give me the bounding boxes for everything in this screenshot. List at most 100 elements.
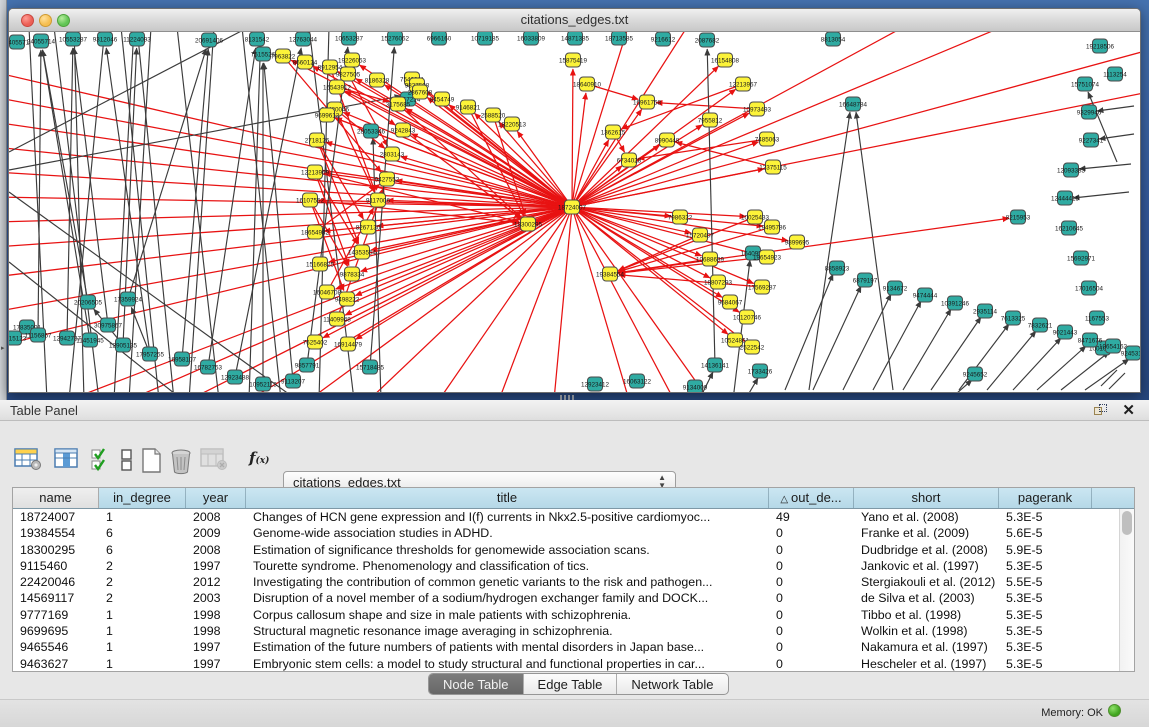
cell-title[interactable]: Embryonic stem cells: a model to study s… — [246, 656, 769, 672]
cell-in_degree[interactable]: 2 — [99, 558, 186, 574]
graph-node[interactable]: 15692971 — [1067, 251, 1096, 265]
graph-node[interactable]: 1113254 — [1103, 67, 1127, 81]
cell-out_de_[interactable]: 0 — [769, 542, 854, 558]
graph-node[interactable]: 9134009 — [683, 380, 708, 392]
graph-node[interactable]: 16782753 — [194, 360, 223, 374]
graph-node[interactable]: 12213967 — [729, 77, 758, 91]
graph-node[interactable]: 18713585 — [605, 32, 634, 45]
cell-out_de_[interactable]: 0 — [769, 656, 854, 672]
cell-out_de_[interactable]: 0 — [769, 590, 854, 606]
graph-node[interactable]: 16154808 — [711, 53, 740, 67]
column-header-out_de_[interactable]: △out_de... — [769, 488, 854, 508]
cell-short[interactable]: Nakamura et al. (1997) — [854, 639, 999, 655]
graph-node[interactable]: 16961758 — [633, 95, 662, 109]
graph-node[interactable]: 7832621 — [1028, 318, 1053, 332]
network-view[interactable]: 2405571240557141055328793120461122409320… — [9, 32, 1140, 392]
cell-pagerank[interactable]: 5.3E-5 — [999, 623, 1092, 639]
graph-node[interactable]: 2087682 — [695, 33, 720, 47]
table-row[interactable]: 911546021997Tourette syndrome. Phenomeno… — [13, 558, 1134, 574]
graph-node[interactable]: 9227341 — [1079, 133, 1104, 147]
cell-out_de_[interactable]: 0 — [769, 639, 854, 655]
panel-expand-arrow[interactable]: ▸ — [1, 344, 5, 352]
graph-node[interactable]: 9146821 — [456, 100, 481, 114]
cell-name[interactable]: 18724007 — [13, 509, 99, 525]
cell-name[interactable]: 22420046 — [13, 574, 99, 590]
graph-node[interactable]: 1733426 — [748, 364, 773, 378]
cell-short[interactable]: Hescheler et al. (1997) — [854, 656, 999, 672]
graph-node[interactable]: 18640910 — [573, 77, 602, 91]
column-header-name[interactable]: name — [13, 488, 99, 508]
graph-node[interactable]: 2803143 — [380, 147, 405, 161]
cell-year[interactable]: 2008 — [186, 542, 246, 558]
cell-pagerank[interactable]: 5.3E-5 — [999, 590, 1092, 606]
graph-node[interactable]: 15751074 — [1071, 77, 1100, 91]
graph-node[interactable]: 12905135 — [109, 338, 138, 352]
cell-short[interactable]: Tibbo et al. (1998) — [854, 607, 999, 623]
graph-node[interactable]: 7485063 — [755, 132, 780, 146]
tab-node-table[interactable]: Node Table — [429, 674, 523, 694]
table-row[interactable]: 1938455462009Genome-wide association stu… — [13, 525, 1134, 541]
graph-node[interactable]: 7613325 — [1001, 311, 1026, 325]
cell-in_degree[interactable]: 1 — [99, 639, 186, 655]
cell-year[interactable]: 2003 — [186, 590, 246, 606]
cell-year[interactable]: 1998 — [186, 607, 246, 623]
graph-node[interactable]: 2588520 — [481, 108, 506, 122]
graph-node[interactable]: 12375115 — [759, 160, 787, 174]
graph-node[interactable]: 19218506 — [1086, 39, 1115, 53]
cell-name[interactable]: 9115460 — [13, 558, 99, 574]
graph-node[interactable]: 17359924 — [114, 292, 143, 306]
scrollbar-thumb[interactable] — [1122, 511, 1132, 535]
cell-title[interactable]: Estimation of significance thresholds fo… — [246, 542, 769, 558]
graph-node[interactable]: 8131542 — [245, 32, 270, 46]
cell-pagerank[interactable]: 5.6E-5 — [999, 525, 1092, 541]
column-chooser-icon[interactable] — [54, 447, 80, 471]
graph-node[interactable]: 9216612 — [651, 32, 676, 46]
graph-node[interactable]: 9134672 — [883, 281, 908, 295]
graph-node[interactable]: 16033809 — [517, 32, 546, 45]
cell-name[interactable]: 14569117 — [13, 590, 99, 606]
cell-out_de_[interactable]: 49 — [769, 509, 854, 525]
cell-pagerank[interactable]: 5.3E-5 — [999, 639, 1092, 655]
table-row[interactable]: 1830029562008Estimation of significance … — [13, 542, 1134, 558]
cell-out_de_[interactable]: 0 — [769, 558, 854, 574]
cell-short[interactable]: Wolkin et al. (1998) — [854, 623, 999, 639]
graph-node[interactable]: 9113207 — [281, 374, 306, 388]
cell-out_de_[interactable]: 0 — [769, 574, 854, 590]
graph-node[interactable]: 2935114 — [973, 304, 998, 318]
cell-title[interactable]: Estimation of the future numbers of pati… — [246, 639, 769, 655]
graph-node[interactable]: 8215953 — [1006, 210, 1031, 224]
graph-node[interactable]: 9245652 — [963, 367, 988, 381]
cell-short[interactable]: de Silva et al. (2003) — [854, 590, 999, 606]
cell-in_degree[interactable]: 1 — [99, 656, 186, 672]
graph-node[interactable]: 10391246 — [941, 296, 970, 310]
cell-title[interactable]: Tourette syndrome. Phenomenology and cla… — [246, 558, 769, 574]
graph-node[interactable]: 24055714 — [27, 34, 56, 48]
graph-node[interactable]: 1167553 — [1085, 311, 1110, 325]
graph-node[interactable]: 12763044 — [289, 32, 318, 46]
cell-in_degree[interactable]: 6 — [99, 525, 186, 541]
graph-node[interactable]: 14871385 — [561, 32, 590, 45]
cell-short[interactable]: Yano et al. (2008) — [854, 509, 999, 525]
graph-node[interactable]: 17957255 — [136, 347, 165, 361]
select-columns-icon[interactable] — [90, 447, 112, 473]
cell-in_degree[interactable]: 1 — [99, 509, 186, 525]
cell-short[interactable]: Jankovic et al. (1997) — [854, 558, 999, 574]
graph-node[interactable]: 12923412 — [581, 377, 610, 391]
minimize-button[interactable] — [39, 14, 52, 27]
cell-title[interactable]: Structural magnetic resonance image aver… — [246, 623, 769, 639]
graph-node[interactable]: 6879197 — [853, 273, 878, 287]
tab-edge-table[interactable]: Edge Table — [523, 674, 617, 694]
table-settings-icon[interactable] — [14, 447, 42, 471]
function-builder-icon[interactable]: f(x) — [249, 449, 269, 467]
cell-year[interactable]: 2008 — [186, 509, 246, 525]
cell-title[interactable]: Genome-wide association studies in ADHD. — [246, 525, 769, 541]
cell-out_de_[interactable]: 0 — [769, 525, 854, 541]
graph-node[interactable]: 10120746 — [733, 310, 762, 324]
graph-node[interactable]: 16648784 — [839, 97, 868, 111]
table-row[interactable]: 1456911722003Disruption of a novel membe… — [13, 590, 1134, 606]
cell-year[interactable]: 1997 — [186, 639, 246, 655]
cell-year[interactable]: 2009 — [186, 525, 246, 541]
memory-status-indicator[interactable] — [1108, 704, 1121, 717]
graph-node[interactable]: 20691406 — [195, 33, 224, 47]
vertical-scrollbar[interactable] — [1119, 509, 1134, 672]
